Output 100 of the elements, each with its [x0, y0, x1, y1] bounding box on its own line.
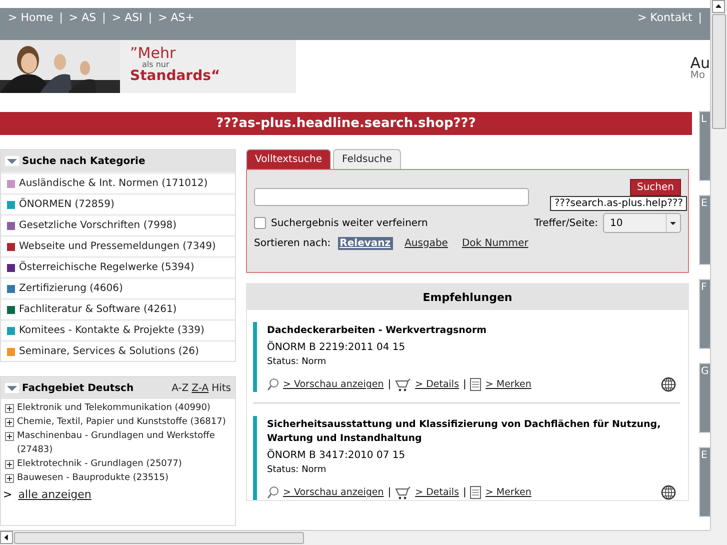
category-item[interactable]: Ausländische & Int. Normen (171012) [1, 172, 235, 193]
vertical-scrollbar[interactable] [710, 0, 727, 530]
checkbox[interactable] [254, 217, 266, 229]
category-label: ÖNORMEN (72859) [19, 199, 114, 210]
checkbox-label: Suchergebnis weiter verfeinern [271, 218, 428, 228]
plus-icon[interactable] [5, 418, 14, 427]
collapse-icon[interactable] [5, 156, 19, 166]
sort-option[interactable]: Dok Nummer [460, 236, 530, 250]
tree-label: Elektrotechnik - Grundlagen (25077) [17, 458, 182, 471]
action-link[interactable]: > Merken [485, 379, 532, 390]
plus-icon[interactable] [5, 404, 14, 413]
cart-icon [395, 486, 412, 500]
slogan-text: Standards“ [130, 69, 220, 83]
plus-icon[interactable] [5, 474, 14, 483]
show-all-link[interactable]: alle anzeigen [18, 488, 92, 501]
category-label: Ausländische & Int. Normen (171012) [19, 178, 208, 189]
category-label: Webseite und Pressemeldungen (7349) [19, 241, 216, 252]
nav-separator: | [59, 11, 63, 24]
category-label: Zertifizierung (4606) [19, 283, 123, 294]
panel-title: Suche nach Kategorie [22, 156, 146, 166]
slogan-text: als nur [141, 61, 170, 69]
side-subtitle: Mo [690, 71, 706, 81]
more-prefix: > [3, 488, 12, 501]
slogan-text: ”Mehr [130, 46, 177, 61]
side-panel: E [699, 447, 710, 517]
tree-label: Chemie, Textil, Papier und Kunststoffe (36817) [17, 416, 226, 429]
tree-item[interactable]: Elektronik und Telekommunikation (40990) [1, 401, 235, 415]
action-link[interactable]: > Vorschau anzeigen [283, 487, 384, 498]
sort-link[interactable]: A-Z [172, 382, 189, 394]
category-item[interactable]: Komitees - Kontakte & Projekte (339) [1, 319, 235, 340]
globe-icon[interactable] [661, 485, 676, 500]
category-label: Österreichische Regelwerke (5394) [19, 262, 194, 273]
search-tab[interactable]: Volltextsuche [246, 149, 332, 169]
side-panel: G [699, 363, 710, 433]
result-title: Sicherheitsausstattung und Klassifizierung von Dachflächen für Nutzung, Wartung und Instandhaltung [267, 418, 662, 446]
scrollbar-thumb[interactable] [712, 14, 726, 129]
sort-link[interactable]: Z-A [192, 382, 209, 394]
category-item[interactable]: Fachliteratur & Software (4261) [1, 298, 235, 319]
magnifier-icon [267, 486, 279, 499]
category-label: Fachliteratur & Software (4261) [19, 304, 177, 315]
scrollbar-thumb[interactable] [14, 532, 304, 544]
side-title: Au [690, 56, 710, 71]
category-item[interactable]: ÖNORMEN (72859) [1, 193, 235, 214]
status-text: Status: Norm [267, 357, 328, 367]
tree-item[interactable]: Elektrotechnik - Grundlagen (25077) [1, 457, 235, 471]
nav-separator: | [698, 11, 702, 24]
action-separator: | [463, 487, 466, 498]
action-separator: | [388, 487, 392, 498]
category-item[interactable]: Webseite und Pressemeldungen (7349) [1, 235, 235, 256]
per-page-select[interactable]: 10 [603, 213, 681, 233]
category-item[interactable]: Zertifizierung (4606) [1, 277, 235, 298]
action-link[interactable]: > Details [415, 487, 460, 498]
panel-title: Fachgebiet Deutsch [22, 382, 134, 394]
per-page-label: Treffer/Seite: [534, 218, 598, 228]
category-label: Komitees - Kontakte & Projekte (339) [19, 325, 204, 336]
tree-item[interactable]: Bauwesen - Bauprodukte (23515) [1, 471, 235, 485]
plus-icon[interactable] [5, 460, 14, 469]
action-separator: | [388, 379, 392, 390]
category-label: Seminare, Services & Solutions (26) [19, 346, 199, 357]
category-item[interactable]: Österreichische Regelwerke (5394) [1, 256, 235, 277]
globe-icon[interactable] [661, 377, 676, 392]
search-input[interactable] [254, 188, 529, 206]
tree-item[interactable]: Chemie, Textil, Papier und Kunststoffe (36817) [1, 415, 235, 429]
norm-number: ÖNORM B 2219:2011 04 15 [267, 342, 406, 353]
sort-option[interactable]: Relevanz [338, 236, 393, 250]
cart-icon [395, 378, 412, 392]
search-tab[interactable]: Feldsuche [333, 149, 402, 169]
magnifier-icon [267, 378, 279, 391]
category-item[interactable]: Gesetzliche Vorschriften (7998) [1, 214, 235, 235]
tree-label: Bauwesen - Bauprodukte (23515) [17, 472, 169, 485]
panel-title: Empfehlungen [247, 284, 688, 310]
category-item[interactable]: Seminare, Services & Solutions (26) [1, 340, 235, 361]
tree-label: Maschinenbau - Grundlagen und Werkstoffe (27483) [17, 430, 216, 457]
nav-separator: | [102, 11, 106, 24]
sort-label: Sortieren nach: [254, 238, 331, 248]
headline: ???as-plus.headline.search.shop??? [0, 112, 692, 135]
scroll-up-button[interactable] [712, 0, 725, 13]
action-link[interactable]: > Merken [485, 487, 532, 498]
plus-icon[interactable] [5, 432, 14, 441]
help-tooltip: ???search.as-plus.help??? [550, 196, 687, 211]
note-icon [470, 486, 482, 499]
note-icon [470, 378, 482, 391]
tree-label: Elektronik und Telekommunikation (40990) [17, 402, 210, 415]
side-panel: E [699, 195, 710, 265]
side-panel: F [699, 279, 710, 349]
tree-item[interactable]: Maschinenbau - Grundlagen und Werkstoffe (27483) [1, 429, 235, 457]
sort-link[interactable]: Hits [212, 382, 231, 394]
sort-option[interactable]: Ausgabe [402, 236, 450, 250]
result-title: Dachdeckerarbeiten - Werkvertragsnorm [267, 324, 488, 338]
action-link[interactable]: > Vorschau anzeigen [283, 379, 384, 390]
category-label: Gesetzliche Vorschriften (7998) [19, 220, 177, 231]
action-separator: | [463, 379, 466, 390]
collapse-icon[interactable] [5, 383, 19, 393]
action-link[interactable]: > Details [415, 379, 460, 390]
status-text: Status: Norm [267, 465, 328, 475]
horizontal-scrollbar[interactable] [0, 530, 710, 545]
search-button[interactable]: Suchen [630, 179, 681, 196]
scroll-left-button[interactable] [0, 531, 13, 544]
norm-number: ÖNORM B 3417:2010 07 15 [267, 450, 406, 461]
nav-separator: | [148, 11, 152, 24]
